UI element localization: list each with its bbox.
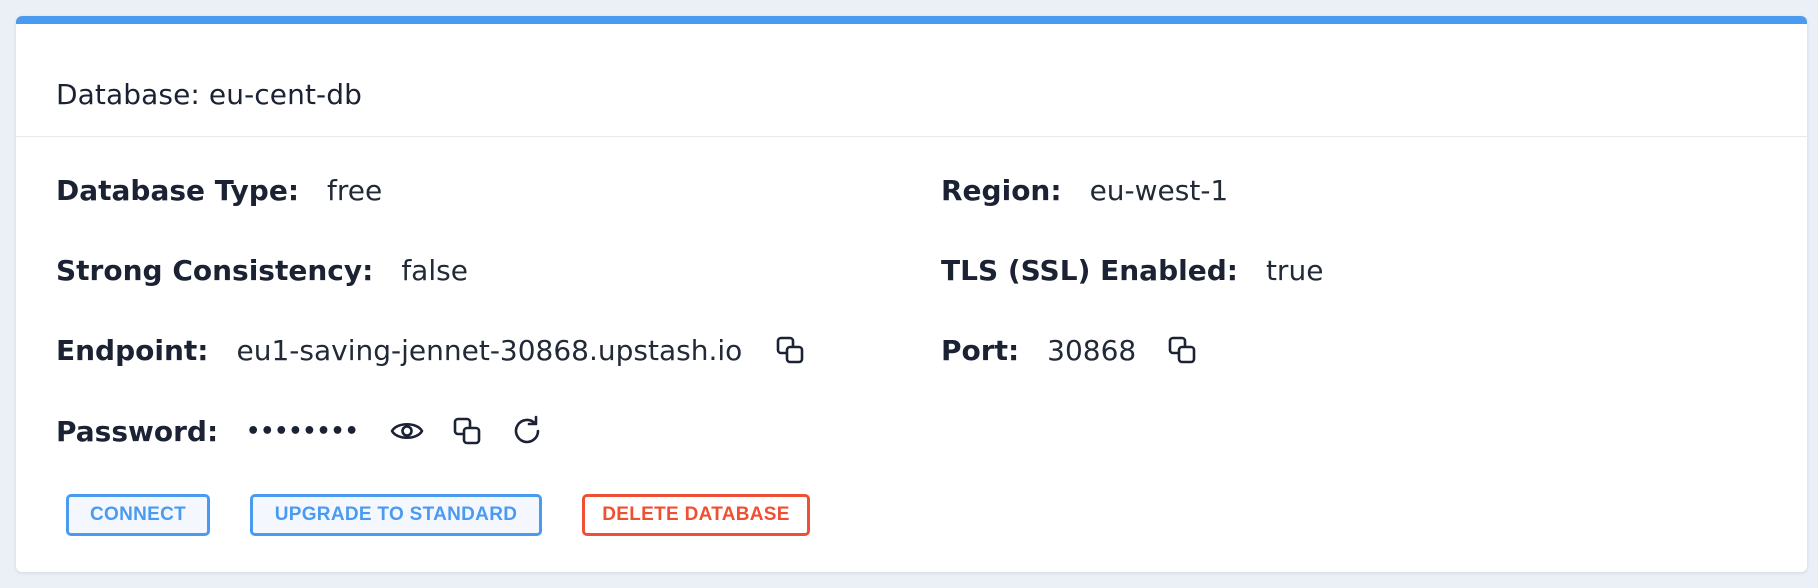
tls-label: TLS (SSL) Enabled:: [941, 253, 1238, 287]
card-accent-bar: [16, 16, 1807, 24]
eye-icon[interactable]: [387, 411, 427, 451]
strong-consistency-value: false: [401, 253, 468, 287]
port-row: Port: 30868: [941, 330, 1202, 370]
endpoint-label: Endpoint:: [56, 333, 209, 367]
region-value: eu-west-1: [1089, 173, 1229, 207]
upgrade-to-standard-button[interactable]: UPGRADE TO STANDARD: [250, 494, 542, 536]
region-row: Region: eu-west-1: [941, 170, 1228, 210]
copy-port-icon[interactable]: [1162, 330, 1202, 370]
password-masked-value: ••••••••: [246, 418, 359, 444]
header-divider: [16, 136, 1807, 137]
database-type-row: Database Type: free: [56, 170, 382, 210]
tls-row: TLS (SSL) Enabled: true: [941, 250, 1323, 290]
port-value: 30868: [1047, 333, 1137, 367]
endpoint-value: eu1-saving-jennet-30868.upstash.io: [236, 333, 743, 367]
strong-consistency-label: Strong Consistency:: [56, 253, 374, 287]
database-type-label: Database Type:: [56, 173, 300, 207]
password-label: Password:: [56, 414, 219, 448]
database-type-value: free: [327, 173, 383, 207]
port-label: Port:: [941, 333, 1020, 367]
card-title: Database: eu-cent-db: [56, 78, 363, 111]
strong-consistency-row: Strong Consistency: false: [56, 250, 468, 290]
copy-password-icon[interactable]: [447, 411, 487, 451]
copy-endpoint-icon[interactable]: [770, 330, 810, 370]
delete-database-button[interactable]: DELETE DATABASE: [582, 494, 810, 536]
tls-value: true: [1265, 253, 1324, 287]
region-label: Region:: [941, 173, 1062, 207]
password-row: Password: ••••••••: [56, 411, 547, 451]
endpoint-row: Endpoint: eu1-saving-jennet-30868.upstas…: [56, 330, 810, 370]
refresh-icon[interactable]: [507, 411, 547, 451]
database-card: Database: eu-cent-db Database Type: free…: [16, 16, 1807, 572]
connect-button[interactable]: CONNECT: [66, 494, 210, 536]
